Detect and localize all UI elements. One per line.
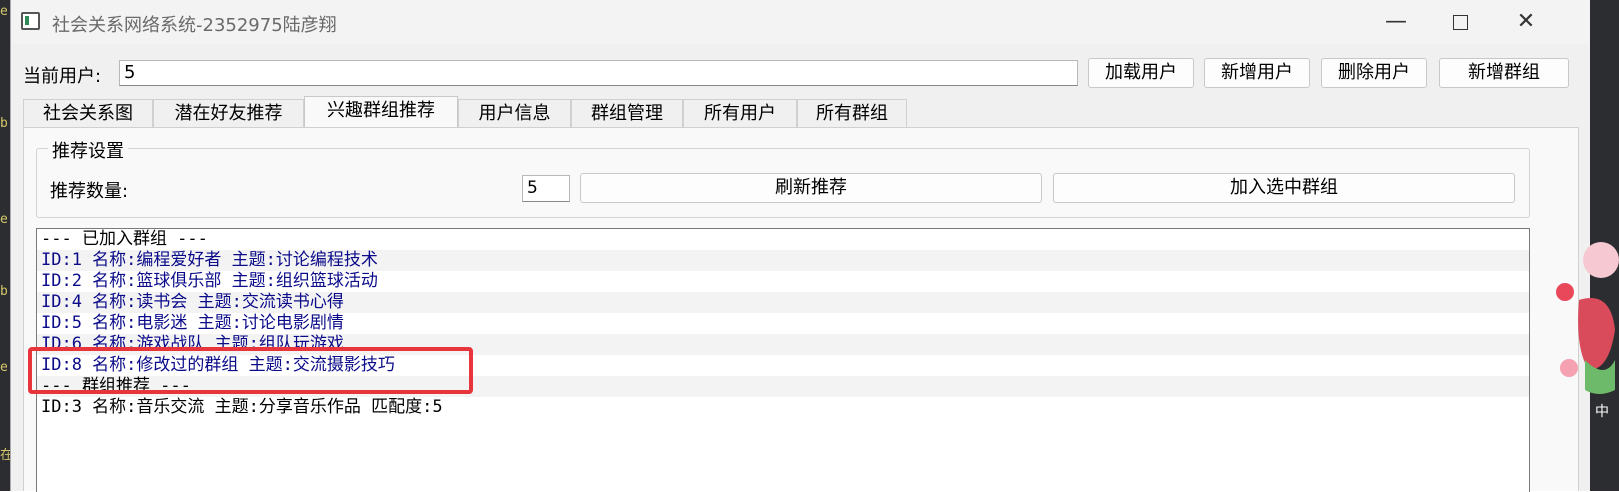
delete-user-button[interactable]: 删除用户	[1321, 58, 1427, 88]
recommend-count-input[interactable]: 5	[522, 175, 570, 202]
svg-text:中: 中	[1595, 404, 1609, 420]
join-selected-group-button[interactable]: 加入选中群组	[1053, 173, 1515, 203]
highlight-annotation-box	[28, 347, 473, 394]
recommend-settings-title: 推荐设置	[48, 137, 128, 163]
list-item[interactable]: ID:5 名称:电影迷 主题:讨论电影剧情	[37, 313, 1529, 334]
tab-all-users[interactable]: 所有用户	[683, 99, 797, 127]
window-title: 社会关系网络系统-2352975陆彦翔	[52, 15, 337, 36]
tab-interest-group-recommend[interactable]: 兴趣群组推荐	[304, 96, 458, 127]
load-user-button[interactable]: 加载用户	[1088, 58, 1194, 88]
current-user-label: 当前用户:	[23, 66, 102, 87]
minimize-button[interactable]: —	[1381, 8, 1411, 36]
current-user-input[interactable]: 5	[119, 60, 1078, 86]
close-button[interactable]: ✕	[1511, 8, 1541, 36]
maximize-button[interactable]	[1445, 8, 1475, 36]
recommend-count-label: 推荐数量:	[50, 181, 129, 202]
tab-panel: 推荐设置 推荐数量: 5 刷新推荐 加入选中群组 --- 已加入群组 --- I…	[23, 127, 1579, 492]
tab-all-groups[interactable]: 所有群组	[797, 99, 907, 127]
list-item[interactable]: ID:4 名称:读书会 主题:交流读书心得	[37, 292, 1529, 313]
list-item[interactable]: ID:1 名称:编程爱好者 主题:讨论编程技术	[37, 250, 1529, 271]
add-group-button[interactable]: 新增群组	[1439, 58, 1569, 88]
tab-group-management[interactable]: 群组管理	[571, 99, 683, 127]
list-item[interactable]: ID:3 名称:音乐交流 主题:分享音乐作品 匹配度:5	[37, 397, 1529, 418]
app-window: 社会关系网络系统-2352975陆彦翔 — ✕ 当前用户: 5 加载用户 新增用…	[10, 0, 1591, 492]
list-item[interactable]: ID:2 名称:篮球俱乐部 主题:组织篮球活动	[37, 271, 1529, 292]
background-editor-strip: ebe be在	[0, 0, 13, 491]
app-icon	[21, 12, 40, 30]
refresh-recommend-button[interactable]: 刷新推荐	[580, 173, 1042, 203]
tab-social-graph[interactable]: 社会关系图	[23, 99, 153, 127]
sticker-decoration: 中	[1556, 242, 1619, 420]
add-user-button[interactable]: 新增用户	[1204, 58, 1310, 88]
title-bar[interactable]: 社会关系网络系统-2352975陆彦翔 — ✕	[11, 0, 1591, 44]
tab-user-info[interactable]: 用户信息	[458, 99, 571, 127]
list-header-joined: --- 已加入群组 ---	[41, 229, 208, 249]
tab-friend-recommend[interactable]: 潜在好友推荐	[153, 99, 304, 127]
maximize-icon	[1452, 14, 1468, 30]
